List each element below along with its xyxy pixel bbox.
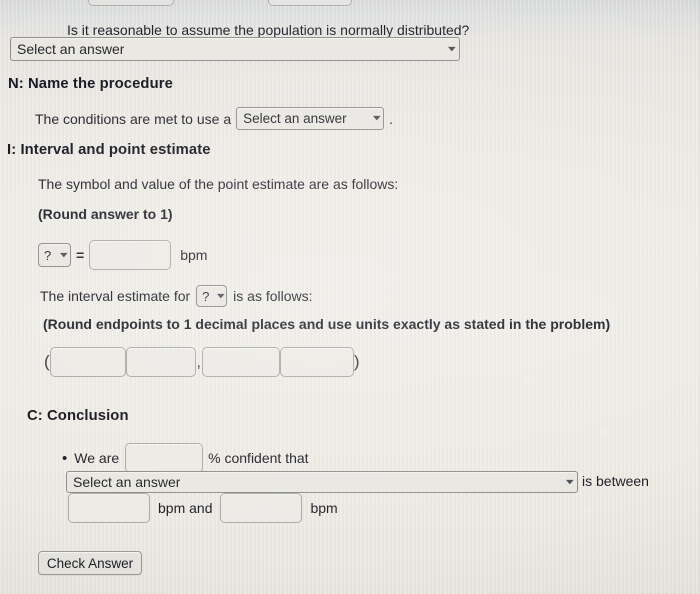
normality-answer-select[interactable]: Select an answer ▾ bbox=[10, 37, 460, 61]
conclusion-parameter-value: Select an answer bbox=[73, 475, 181, 489]
bullet-icon: • bbox=[62, 449, 68, 467]
bpm-label: bpm bbox=[310, 500, 338, 516]
check-answer-label: Check Answer bbox=[46, 555, 134, 571]
close-paren: ) bbox=[353, 352, 360, 371]
interval-input-3[interactable] bbox=[201, 347, 280, 377]
interval-input-4[interactable] bbox=[279, 347, 354, 377]
chevron-down-icon: ▾ bbox=[372, 113, 381, 123]
normality-answer-select-value: Select an answer bbox=[17, 42, 125, 56]
confidence-level-input[interactable] bbox=[125, 443, 204, 473]
round-endpoints-note: (Round endpoints to 1 decimal places and… bbox=[43, 316, 611, 332]
chevron-down-icon: ▾ bbox=[60, 249, 68, 260]
point-estimate-input[interactable] bbox=[89, 240, 172, 270]
section-heading-interval-point-estimate: I: Interval and point estimate bbox=[7, 142, 211, 158]
round-answer-note: (Round answer to 1) bbox=[38, 206, 173, 222]
point-estimate-intro-text: The symbol and value of the point estima… bbox=[38, 176, 399, 192]
procedure-select[interactable]: Select an answer ▾ bbox=[236, 107, 385, 130]
chevron-down-icon: ▾ bbox=[216, 290, 225, 301]
point-estimate-symbol-select[interactable]: ? ▾ bbox=[38, 243, 71, 267]
conditions-sentence-before: The conditions are met to use a bbox=[35, 110, 232, 127]
conditions-sentence-after: . bbox=[389, 110, 393, 127]
conclusion-range-row: bpm and bpm bbox=[68, 493, 338, 523]
conclusion-bullet-row: • We are % confident that bbox=[62, 443, 309, 473]
point-estimate-unit-label: bpm bbox=[180, 247, 208, 263]
open-paren: ( bbox=[44, 352, 50, 371]
interval-intro-after: is as follows: bbox=[233, 288, 313, 304]
partial-answer-box-1[interactable] bbox=[88, 0, 174, 6]
conclusion-upper-bound-input[interactable] bbox=[220, 493, 303, 523]
is-between-label: is between bbox=[582, 473, 649, 489]
interval-intro-row: The interval estimate for ? ▾ is as foll… bbox=[40, 285, 313, 307]
chevron-down-icon: ▾ bbox=[566, 476, 574, 487]
chevron-down-icon: ▾ bbox=[448, 43, 456, 54]
partial-answer-box-2[interactable] bbox=[268, 0, 352, 6]
interval-symbol-value: ? bbox=[202, 289, 210, 303]
worksheet-content: Is it reasonable to assume the populatio… bbox=[0, 0, 700, 594]
equals-sign: = bbox=[76, 247, 85, 263]
section-heading-name-procedure: N: Name the procedure bbox=[8, 76, 173, 92]
interval-input-2[interactable] bbox=[125, 347, 196, 377]
conclusion-lower-bound-input[interactable] bbox=[68, 493, 150, 523]
interval-comma: , bbox=[196, 353, 201, 371]
interval-symbol-select[interactable]: ? ▾ bbox=[196, 285, 228, 307]
percent-confident-label: % confident that bbox=[208, 450, 309, 466]
we-are-label: We are bbox=[74, 450, 120, 466]
check-answer-button[interactable]: Check Answer bbox=[38, 551, 142, 575]
procedure-select-value: Select an answer bbox=[243, 111, 347, 126]
conclusion-parameter-select[interactable]: Select an answer ▾ bbox=[66, 471, 578, 493]
point-estimate-symbol-value: ? bbox=[44, 248, 52, 262]
section-heading-conclusion: C: Conclusion bbox=[27, 408, 129, 424]
bpm-and-label: bpm and bbox=[158, 500, 213, 516]
point-estimate-row: ? ▾ = bpm bbox=[38, 240, 207, 270]
interval-intro-before: The interval estimate for bbox=[40, 288, 191, 304]
interval-inputs-row: ( , ) bbox=[44, 347, 360, 377]
conditions-sentence-row: The conditions are met to use a Select a… bbox=[35, 107, 393, 130]
interval-input-1[interactable] bbox=[49, 347, 126, 377]
normality-question-text: Is it reasonable to assume the populatio… bbox=[67, 22, 470, 38]
